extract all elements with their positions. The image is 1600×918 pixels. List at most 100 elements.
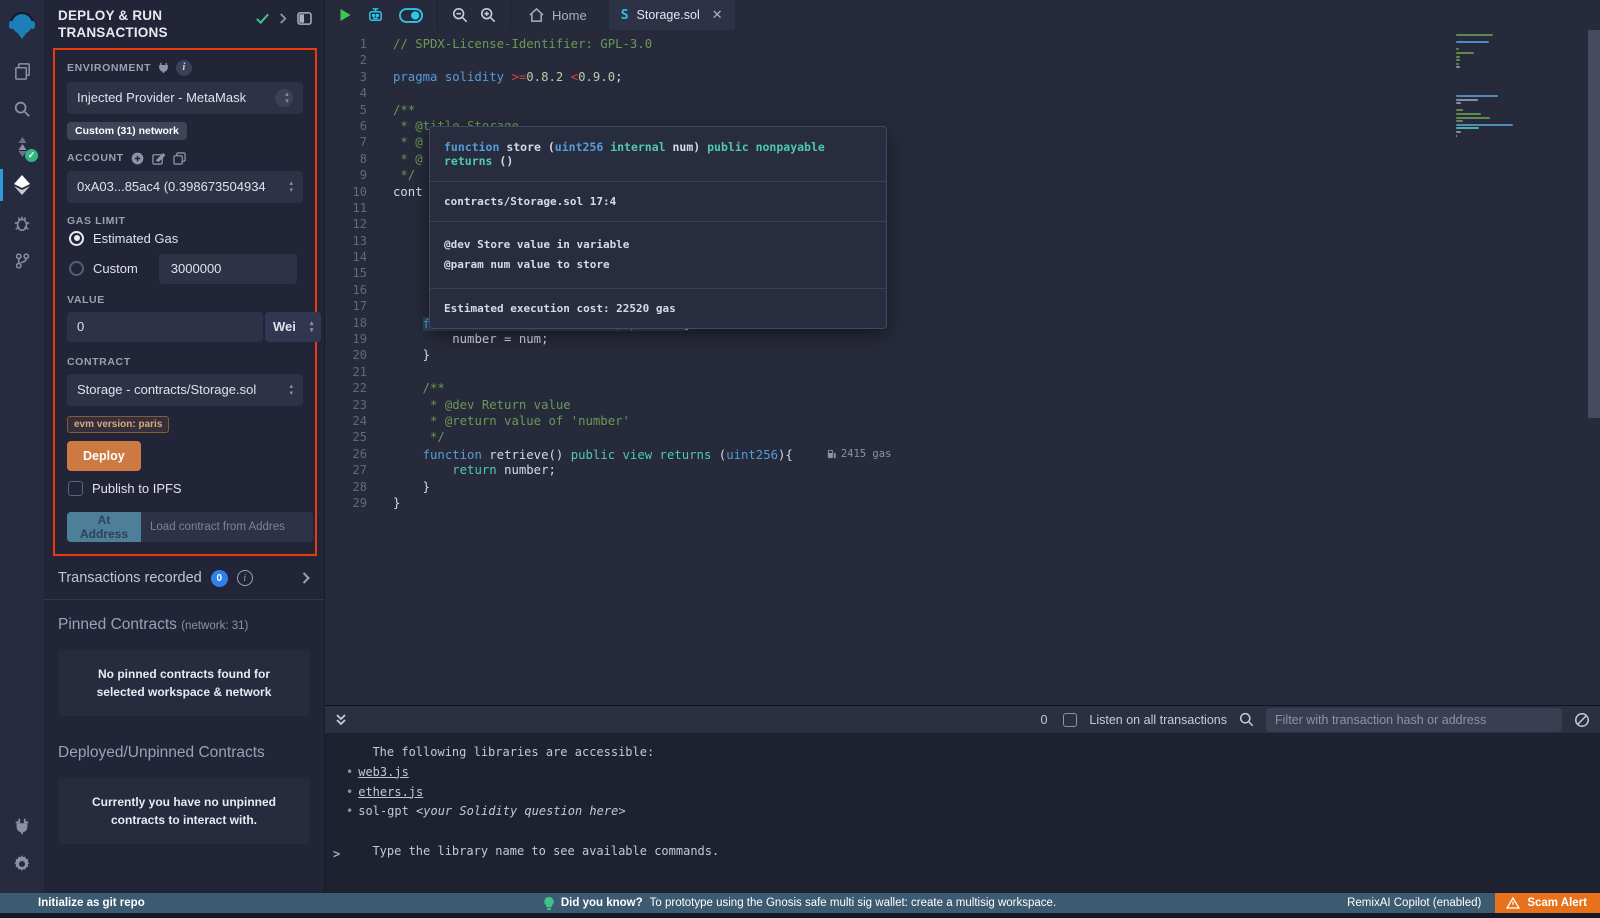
terminal-lib-link[interactable]: web3.js (358, 765, 409, 779)
copilot-toggle-icon[interactable] (399, 8, 423, 23)
contract-select[interactable]: Storage - contracts/Storage.sol ▴▾ (67, 374, 303, 406)
code-line[interactable]: * @dev Return value (393, 397, 1600, 413)
code-line[interactable]: * @return value of 'number' (393, 413, 1600, 429)
code-line[interactable]: // SPDX-License-Identifier: GPL-3.0 (393, 36, 1600, 52)
tooltip-doc: @dev Store value in variable@param num v… (430, 222, 886, 289)
search-icon[interactable] (0, 90, 44, 128)
value-unit-select[interactable]: Wei ▴▾ (265, 312, 321, 342)
at-address-button[interactable]: At Address (67, 512, 141, 542)
terminal-filter-input[interactable] (1266, 708, 1562, 732)
terminal-body[interactable]: The following libraries are accessible:•… (325, 733, 1600, 893)
code-line[interactable]: pragma solidity >=0.8.2 <0.9.0; (393, 69, 1600, 85)
run-script-icon[interactable] (339, 8, 352, 22)
editor-tabbar: Home S Storage.sol ✕ (325, 0, 1600, 30)
radio-unselected-icon (69, 261, 84, 276)
lightbulb-icon (544, 897, 554, 910)
terminal-prompt[interactable]: > (333, 845, 340, 865)
radio-selected-icon (69, 231, 84, 246)
code-editor[interactable]: 1234567891011121314151617181920212223242… (325, 30, 1600, 705)
publish-checkbox[interactable] (68, 481, 83, 496)
tooltip-signature: function store (uint256 internal num) pu… (430, 127, 886, 182)
tab-storage-sol[interactable]: S Storage.sol ✕ (609, 0, 735, 30)
deploy-form-highlight-box: ENVIRONMENT i Injected Provider - MetaMa… (53, 48, 317, 556)
copilot-status[interactable]: RemixAI Copilot (enabled) (1347, 897, 1481, 909)
debugger-icon[interactable] (0, 204, 44, 242)
deploy-run-icon[interactable] (0, 166, 44, 204)
add-account-icon[interactable] (131, 152, 144, 165)
settings-icon[interactable] (0, 845, 44, 883)
clear-console-icon[interactable] (1574, 712, 1590, 728)
publish-to-ipfs-row[interactable]: Publish to IPFS (68, 481, 303, 496)
solidity-compiler-icon[interactable]: ✓ (0, 128, 44, 166)
sign-message-icon[interactable] (152, 152, 165, 165)
main-area: Home S Storage.sol ✕ 1234567891011121314… (325, 0, 1600, 893)
editor-gutter: 1234567891011121314151617181920212223242… (325, 30, 393, 705)
custom-gas-input[interactable] (159, 254, 297, 284)
scrollbar-thumb[interactable] (1588, 30, 1600, 418)
account-label: ACCOUNT (67, 152, 303, 165)
zoom-in-icon[interactable] (480, 7, 496, 23)
code-line[interactable]: } (393, 495, 1600, 511)
icon-rail: ✓ (0, 0, 44, 893)
code-line[interactable] (393, 85, 1600, 101)
value-input[interactable] (67, 312, 263, 342)
panel-pin-icon[interactable] (297, 12, 312, 25)
code-line[interactable] (393, 364, 1600, 380)
deployed-contracts-title: Deployed/Unpinned Contracts (44, 728, 324, 766)
zoom-out-icon[interactable] (452, 7, 468, 23)
custom-gas-radio[interactable]: Custom (69, 254, 303, 284)
terminal-header: 0 Listen on all transactions (325, 705, 1600, 733)
chevron-updown-icon: ▴▾ (289, 180, 293, 194)
solidity-file-icon: S (621, 8, 629, 23)
code-line[interactable]: /** (393, 102, 1600, 118)
panel-forward-icon[interactable] (279, 13, 287, 24)
contract-label: CONTRACT (67, 356, 303, 368)
home-icon (529, 8, 544, 22)
terminal-tx-count: 0 (1040, 713, 1047, 727)
plugin-manager-icon[interactable] (0, 807, 44, 845)
account-select[interactable]: 0xA03...85ac4 (0.398673504934 ▴▾ (67, 171, 303, 203)
environment-select[interactable]: Injected Provider - MetaMask ▴▾ (67, 82, 303, 114)
terminal-collapse-icon[interactable] (335, 713, 347, 727)
gas-limit-label: GAS LIMIT (67, 215, 303, 227)
scam-alert-button[interactable]: Scam Alert (1495, 893, 1600, 913)
code-line[interactable]: return number; (393, 462, 1600, 478)
at-address-input[interactable] (141, 512, 313, 542)
chevron-updown-icon: ▴▾ (275, 89, 293, 107)
git-init-status[interactable]: Initialize as git repo (0, 897, 145, 909)
tooltip-location: contracts/Storage.sol 17:4 (430, 182, 886, 222)
transactions-recorded-row[interactable]: Transactions recorded 0 i (44, 556, 324, 599)
remixai-assistant-icon[interactable] (366, 7, 385, 24)
editor-scrollbar[interactable] (1588, 30, 1600, 705)
code-line[interactable]: } (393, 347, 1600, 363)
git-icon[interactable] (0, 242, 44, 280)
minimap[interactable] (1456, 34, 1544, 138)
close-tab-icon[interactable]: ✕ (712, 7, 723, 23)
plug-icon[interactable] (158, 62, 169, 74)
file-explorer-icon[interactable] (0, 52, 44, 90)
tab-home[interactable]: Home (511, 0, 609, 30)
remix-logo[interactable] (0, 0, 44, 52)
code-line[interactable]: /** (393, 380, 1600, 396)
terminal-lib-link[interactable]: ethers.js (358, 785, 423, 799)
panel-title: DEPLOY & RUN TRANSACTIONS (58, 8, 168, 42)
transactions-info-icon[interactable]: i (237, 570, 253, 586)
pinned-contracts-title: Pinned Contracts (network: 31) (44, 600, 324, 638)
listen-checkbox[interactable] (1063, 713, 1077, 727)
code-line[interactable]: number = num; (393, 331, 1600, 347)
estimated-gas-radio[interactable]: Estimated Gas (69, 231, 303, 246)
hover-tooltip: function store (uint256 internal num) pu… (429, 126, 887, 329)
copy-address-icon[interactable] (173, 152, 186, 165)
terminal-search-icon[interactable] (1239, 712, 1254, 727)
gas-estimate-badge: 2415 gas (827, 446, 892, 462)
code-line[interactable]: } (393, 479, 1600, 495)
network-badge: Custom (31) network (67, 122, 187, 140)
evm-version-badge: evm version: paris (67, 416, 169, 433)
transactions-expand-icon[interactable] (302, 572, 310, 584)
environment-info-icon[interactable]: i (176, 60, 192, 76)
chevron-updown-icon: ▴▾ (289, 383, 293, 397)
deploy-button[interactable]: Deploy (67, 441, 141, 471)
code-line[interactable]: */ (393, 429, 1600, 445)
code-line[interactable]: function retrieve() public view returns … (393, 446, 1600, 462)
code-line[interactable] (393, 52, 1600, 68)
